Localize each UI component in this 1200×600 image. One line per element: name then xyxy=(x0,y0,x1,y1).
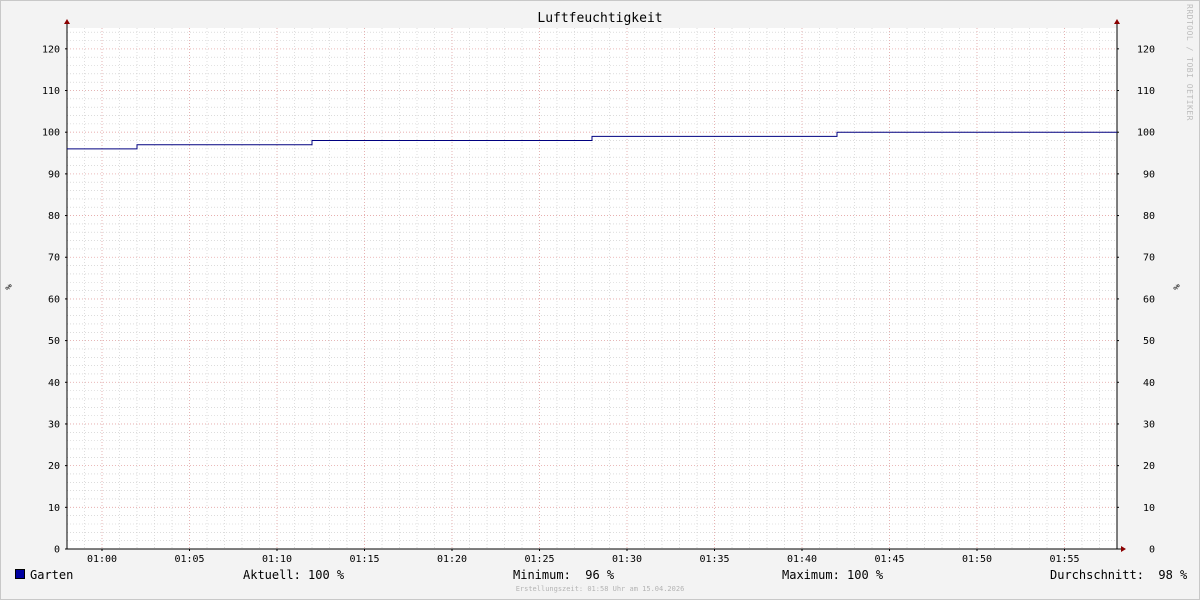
legend-current: Aktuell: 100 % xyxy=(243,568,345,582)
x-tick-label: 01:25 xyxy=(524,554,554,565)
x-tick-label: 01:35 xyxy=(699,554,729,565)
y-tick-label-left: 20 xyxy=(48,461,60,472)
x-tick-label: 01:40 xyxy=(787,554,817,565)
chart-canvas: 0 0 10 10 20 20 30 30 40 40 50 50 60 60 70 70 80 80 90 90 10… xyxy=(42,19,1155,565)
y-tick-label-right: 20 xyxy=(1143,461,1155,472)
y-tick-label-right: 80 xyxy=(1143,211,1155,222)
legend: Garten Aktuell: 100 % Minimum: 96 % Maxi… xyxy=(0,568,1200,584)
x-tick-label: 01:50 xyxy=(962,554,992,565)
y-unit-right: % xyxy=(1170,284,1181,290)
x-tick-label: 01:00 xyxy=(87,554,117,565)
x-tick-label: 01:45 xyxy=(874,554,904,565)
y-tick-label-right: 60 xyxy=(1143,294,1155,305)
y-tick-label-right: 0 xyxy=(1149,545,1155,556)
y-tick-label-right: 50 xyxy=(1143,336,1155,347)
x-tick-label: 01:10 xyxy=(262,554,292,565)
y-tick-label-right: 110 xyxy=(1137,86,1155,97)
y-tick-label-right: 120 xyxy=(1137,44,1155,55)
watermark: RRDTOOL / TOBI OETIKER xyxy=(1185,4,1194,121)
y-tick-label-right: 40 xyxy=(1143,378,1155,389)
y-tick-label-left: 70 xyxy=(48,253,60,264)
legend-series-name: Garten xyxy=(30,568,74,582)
y-tick-label-left: 50 xyxy=(48,336,60,347)
y-tick-label-left: 10 xyxy=(48,503,60,514)
legend-average: Durchschnitt: 98 % xyxy=(1050,568,1188,582)
grid xyxy=(66,28,1118,550)
y-unit-left: % xyxy=(2,284,13,290)
y-tick-label-left: 30 xyxy=(48,419,60,430)
y-tick-label-left: 90 xyxy=(48,169,60,180)
y-tick-label-left: 110 xyxy=(42,86,60,97)
x-axis-arrow xyxy=(1121,546,1126,552)
x-tick-label: 01:15 xyxy=(349,554,379,565)
footer-timestamp: Erstellungszeit: 01:58 Uhr am 15.04.2026 xyxy=(515,585,685,593)
legend-maximum: Maximum: 100 % xyxy=(782,568,884,582)
y-tick-label-right: 10 xyxy=(1143,503,1155,514)
y-tick-label-left: 120 xyxy=(42,44,60,55)
y-tick-label-left: 80 xyxy=(48,211,60,222)
legend-swatch xyxy=(15,569,25,579)
y-tick-label-left: 60 xyxy=(48,294,60,305)
y-tick-label-right: 70 xyxy=(1143,253,1155,264)
legend-minimum: Minimum: 96 % xyxy=(513,568,615,582)
y-tick-label-left: 0 xyxy=(54,545,60,556)
y-tick-label-right: 100 xyxy=(1137,128,1155,139)
y-tick-label-left: 100 xyxy=(42,128,60,139)
y-tick-label-left: 40 xyxy=(48,378,60,389)
x-tick-label: 01:05 xyxy=(174,554,204,565)
y-tick-label-right: 30 xyxy=(1143,419,1155,430)
x-tick-label: 01:30 xyxy=(612,554,642,565)
x-tick-label: 01:20 xyxy=(437,554,467,565)
x-tick-label: 01:55 xyxy=(1049,554,1079,565)
y-tick-label-right: 90 xyxy=(1143,169,1155,180)
chart-title: Luftfeuchtigkeit xyxy=(537,11,663,26)
